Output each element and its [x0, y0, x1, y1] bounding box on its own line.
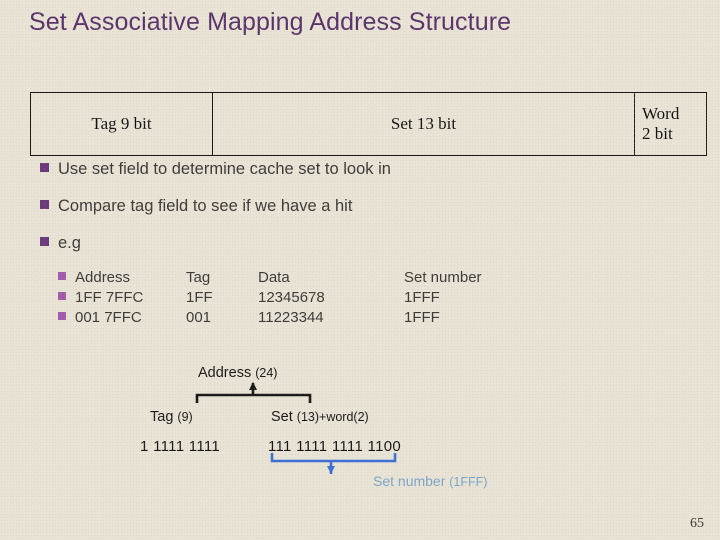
address-brace-icon [195, 382, 312, 403]
page-number: 65 [690, 516, 704, 531]
diagram-label-setword: Set (13)+word(2) [271, 409, 369, 425]
table-row: 001 7FFC 001 11223344 1FFF [58, 309, 535, 329]
address-cell-word-line2: 2 bit [642, 124, 673, 143]
bullet-item: e.g [40, 234, 660, 253]
cell-data: 12345678 [258, 289, 325, 306]
cell-set-number: 1FFF [404, 289, 440, 306]
diagram-label-set-number: Set number (1FFF) [373, 473, 487, 489]
cell-set-number: 1FFF [404, 309, 440, 326]
bullet-item: Compare tag field to see if we have a hi… [40, 197, 660, 216]
diagram-label-set-number-text: Set number [373, 473, 446, 489]
address-cell-word-line1: Word [642, 104, 680, 124]
diagram-label-tag: Tag (9) [150, 409, 193, 425]
table-row: 1FF 7FFC 1FF 12345678 1FFF [58, 289, 535, 309]
diagram-label-address-text: Address [198, 365, 252, 381]
diagram-label-setword-bits: (13)+word(2) [296, 410, 369, 424]
diagram-tag-binary: 1 1111 1111 [140, 438, 221, 455]
diagram-braces [195, 382, 397, 474]
square-bullet-icon [40, 163, 49, 172]
diagram-label-setword-text: Set [271, 409, 293, 425]
bit-field-diagram: Address (24) Tag (9) Set (13)+word(2) 1 … [0, 352, 720, 512]
cell-data: 11223344 [258, 309, 324, 326]
address-structure-table: Tag 9 bit Set 13 bit Word 2 bit [30, 92, 707, 156]
diagram-set-binary: 111 1111 1111 1100 [268, 438, 402, 455]
square-bullet-icon [40, 237, 49, 246]
cell-address: 1FF 7FFC [75, 289, 144, 306]
diagram-label-tag-bits: (9) [177, 410, 193, 424]
diagram-label-set-number-value: (1FFF) [449, 475, 488, 489]
square-bullet-icon [58, 292, 66, 300]
diagram-label-address: Address (24) [198, 365, 277, 381]
square-bullet-icon [40, 200, 49, 209]
bullet-item-label: e.g [58, 234, 81, 252]
cell-tag: 001 [186, 309, 212, 326]
address-cell-set: Set 13 bit [213, 93, 635, 155]
diagram-label-tag-text: Tag [150, 409, 174, 425]
diagram-label-address-bits: (24) [255, 366, 278, 380]
square-bullet-icon [58, 272, 66, 280]
column-header-data: Data [258, 269, 290, 286]
square-bullet-icon [58, 312, 66, 320]
address-cell-tag: Tag 9 bit [31, 93, 213, 155]
bullet-item-label: Compare tag field to see if we have a hi… [58, 197, 353, 215]
bullet-list: Use set field to determine cache set to … [40, 160, 660, 271]
column-header-address: Address [75, 269, 131, 286]
column-header-tag: Tag [186, 269, 211, 286]
set-number-brace-icon [270, 453, 397, 474]
slide-canvas: Set Associative Mapping Address Structur… [0, 0, 720, 540]
column-header-set-number: Set number [404, 269, 482, 286]
address-cell-tag-label: Tag 9 bit [91, 114, 152, 133]
address-cell-word: Word 2 bit [635, 93, 706, 155]
table-header-row: Address Tag Data Set number [58, 269, 535, 289]
bullet-item-label: Use set field to determine cache set to … [58, 160, 391, 178]
cell-tag: 1FF [186, 289, 213, 306]
cell-address: 001 7FFC [75, 309, 142, 326]
bullet-item: Use set field to determine cache set to … [40, 160, 660, 179]
example-table: Address Tag Data Set number 1FF 7FFC 1FF… [58, 269, 535, 329]
page-title: Set Associative Mapping Address Structur… [29, 8, 512, 36]
address-cell-set-label: Set 13 bit [390, 114, 457, 133]
